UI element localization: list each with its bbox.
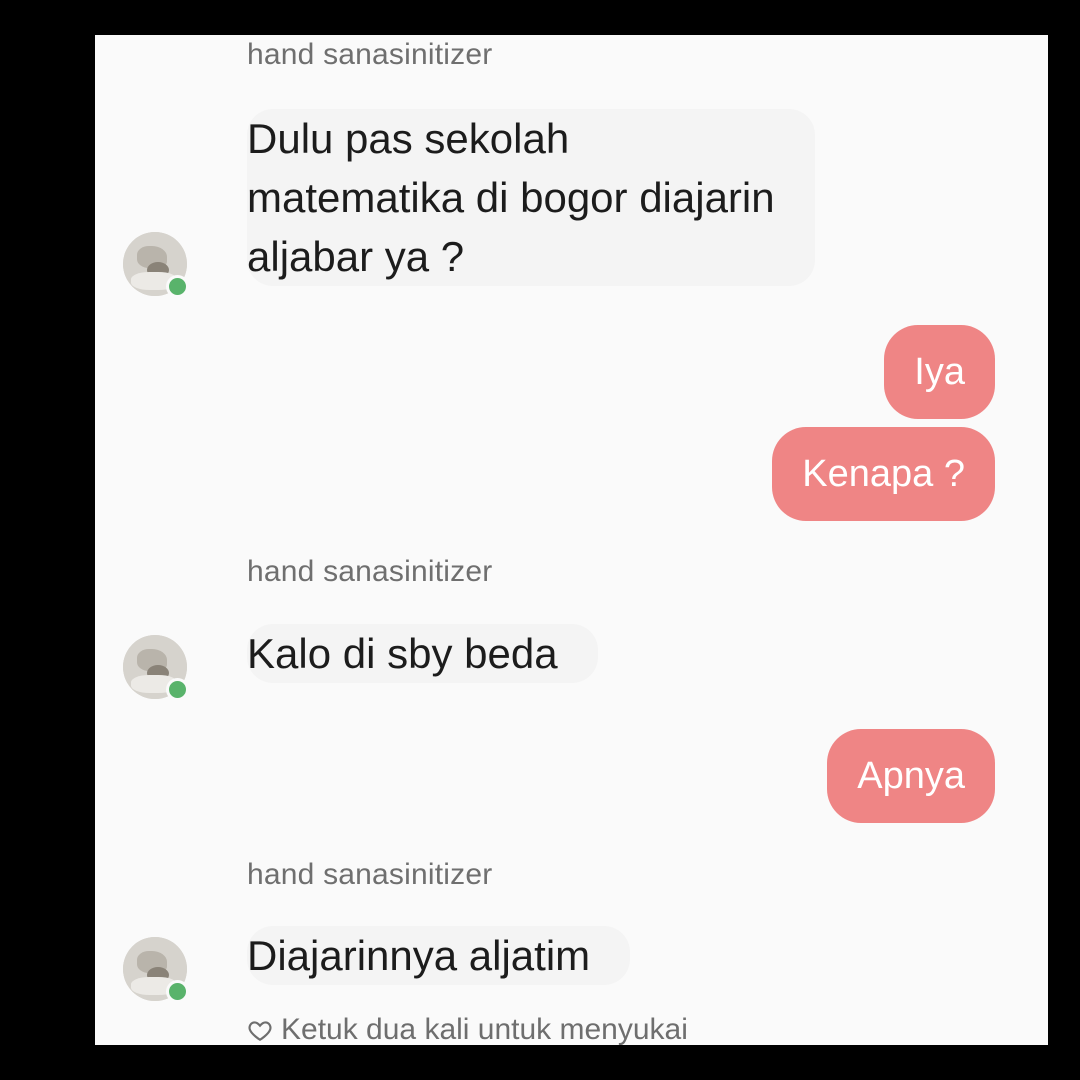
heart-outline-icon xyxy=(248,1021,272,1042)
online-status-dot xyxy=(166,678,189,701)
incoming-message[interactable]: Kalo di sby beda xyxy=(247,624,598,683)
like-hint[interactable]: Ketuk dua kali untuk menyukai xyxy=(247,1013,688,1045)
outgoing-message[interactable]: Iya xyxy=(884,325,995,419)
sender-name: hand sanasinitizer xyxy=(247,555,493,588)
sender-name: hand sanasinitizer xyxy=(247,858,493,891)
like-hint-text: Ketuk dua kali untuk menyukai xyxy=(281,1013,688,1045)
outgoing-message[interactable]: Apnya xyxy=(827,729,995,823)
chat-screen: hand sanasinitizer Dulu pas sekolah mate… xyxy=(95,35,1048,1045)
sender-name: hand sanasinitizer xyxy=(247,38,493,71)
user-avatar[interactable] xyxy=(123,232,189,298)
incoming-message[interactable]: Diajarinnya aljatim xyxy=(247,926,631,985)
incoming-message[interactable]: Dulu pas sekolah matematika di bogor dia… xyxy=(247,109,815,286)
outgoing-message[interactable]: Kenapa ? xyxy=(772,427,995,521)
user-avatar[interactable] xyxy=(123,635,189,701)
online-status-dot xyxy=(166,980,189,1003)
user-avatar[interactable] xyxy=(123,937,189,1003)
online-status-dot xyxy=(166,275,189,298)
